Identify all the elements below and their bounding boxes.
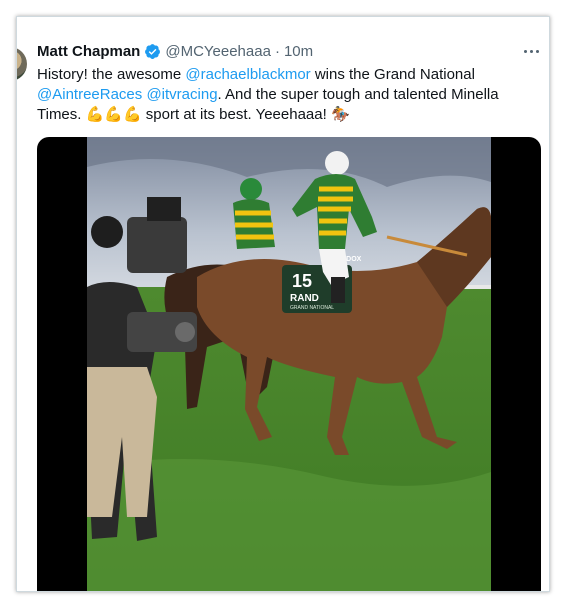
tweet-header: Matt Chapman @MCYeeehaaa · 10m	[37, 41, 313, 61]
author-name[interactable]: Matt Chapman	[37, 43, 140, 60]
saddle-cloth-number: 15	[292, 271, 312, 291]
mention-link[interactable]: @itvracing	[146, 86, 217, 103]
tweet-text-segment: History! the awesome	[37, 66, 186, 83]
separator-dot: ·	[274, 42, 280, 60]
timestamp[interactable]: 10m	[284, 43, 313, 60]
mention-link[interactable]: @rachaelblackmor	[185, 66, 310, 83]
tweet-text: History! the awesome @rachaelblackmor wi…	[37, 65, 517, 125]
avatar[interactable]	[17, 47, 27, 81]
racehorse-photo: 15 RAND GRAND NATIONAL RANDOX	[87, 137, 491, 591]
author-handle[interactable]: @MCYeeehaaa	[165, 43, 271, 60]
video-frame: 15 RAND GRAND NATIONAL RANDOX	[87, 137, 491, 591]
saddle-cloth-subtext: GRAND NATIONAL	[290, 305, 334, 311]
verified-badge-icon	[145, 43, 161, 59]
tweet-card: Matt Chapman @MCYeeehaaa · 10m History! …	[16, 16, 550, 592]
tweet-text-segment: wins the Grand National	[310, 66, 475, 83]
tweet-media[interactable]: 15 RAND GRAND NATIONAL RANDOX	[37, 137, 541, 591]
mention-link[interactable]: @AintreeRaces	[37, 86, 142, 103]
saddle-cloth-text: RAND	[290, 293, 319, 304]
more-horizontal-icon[interactable]	[521, 41, 541, 61]
